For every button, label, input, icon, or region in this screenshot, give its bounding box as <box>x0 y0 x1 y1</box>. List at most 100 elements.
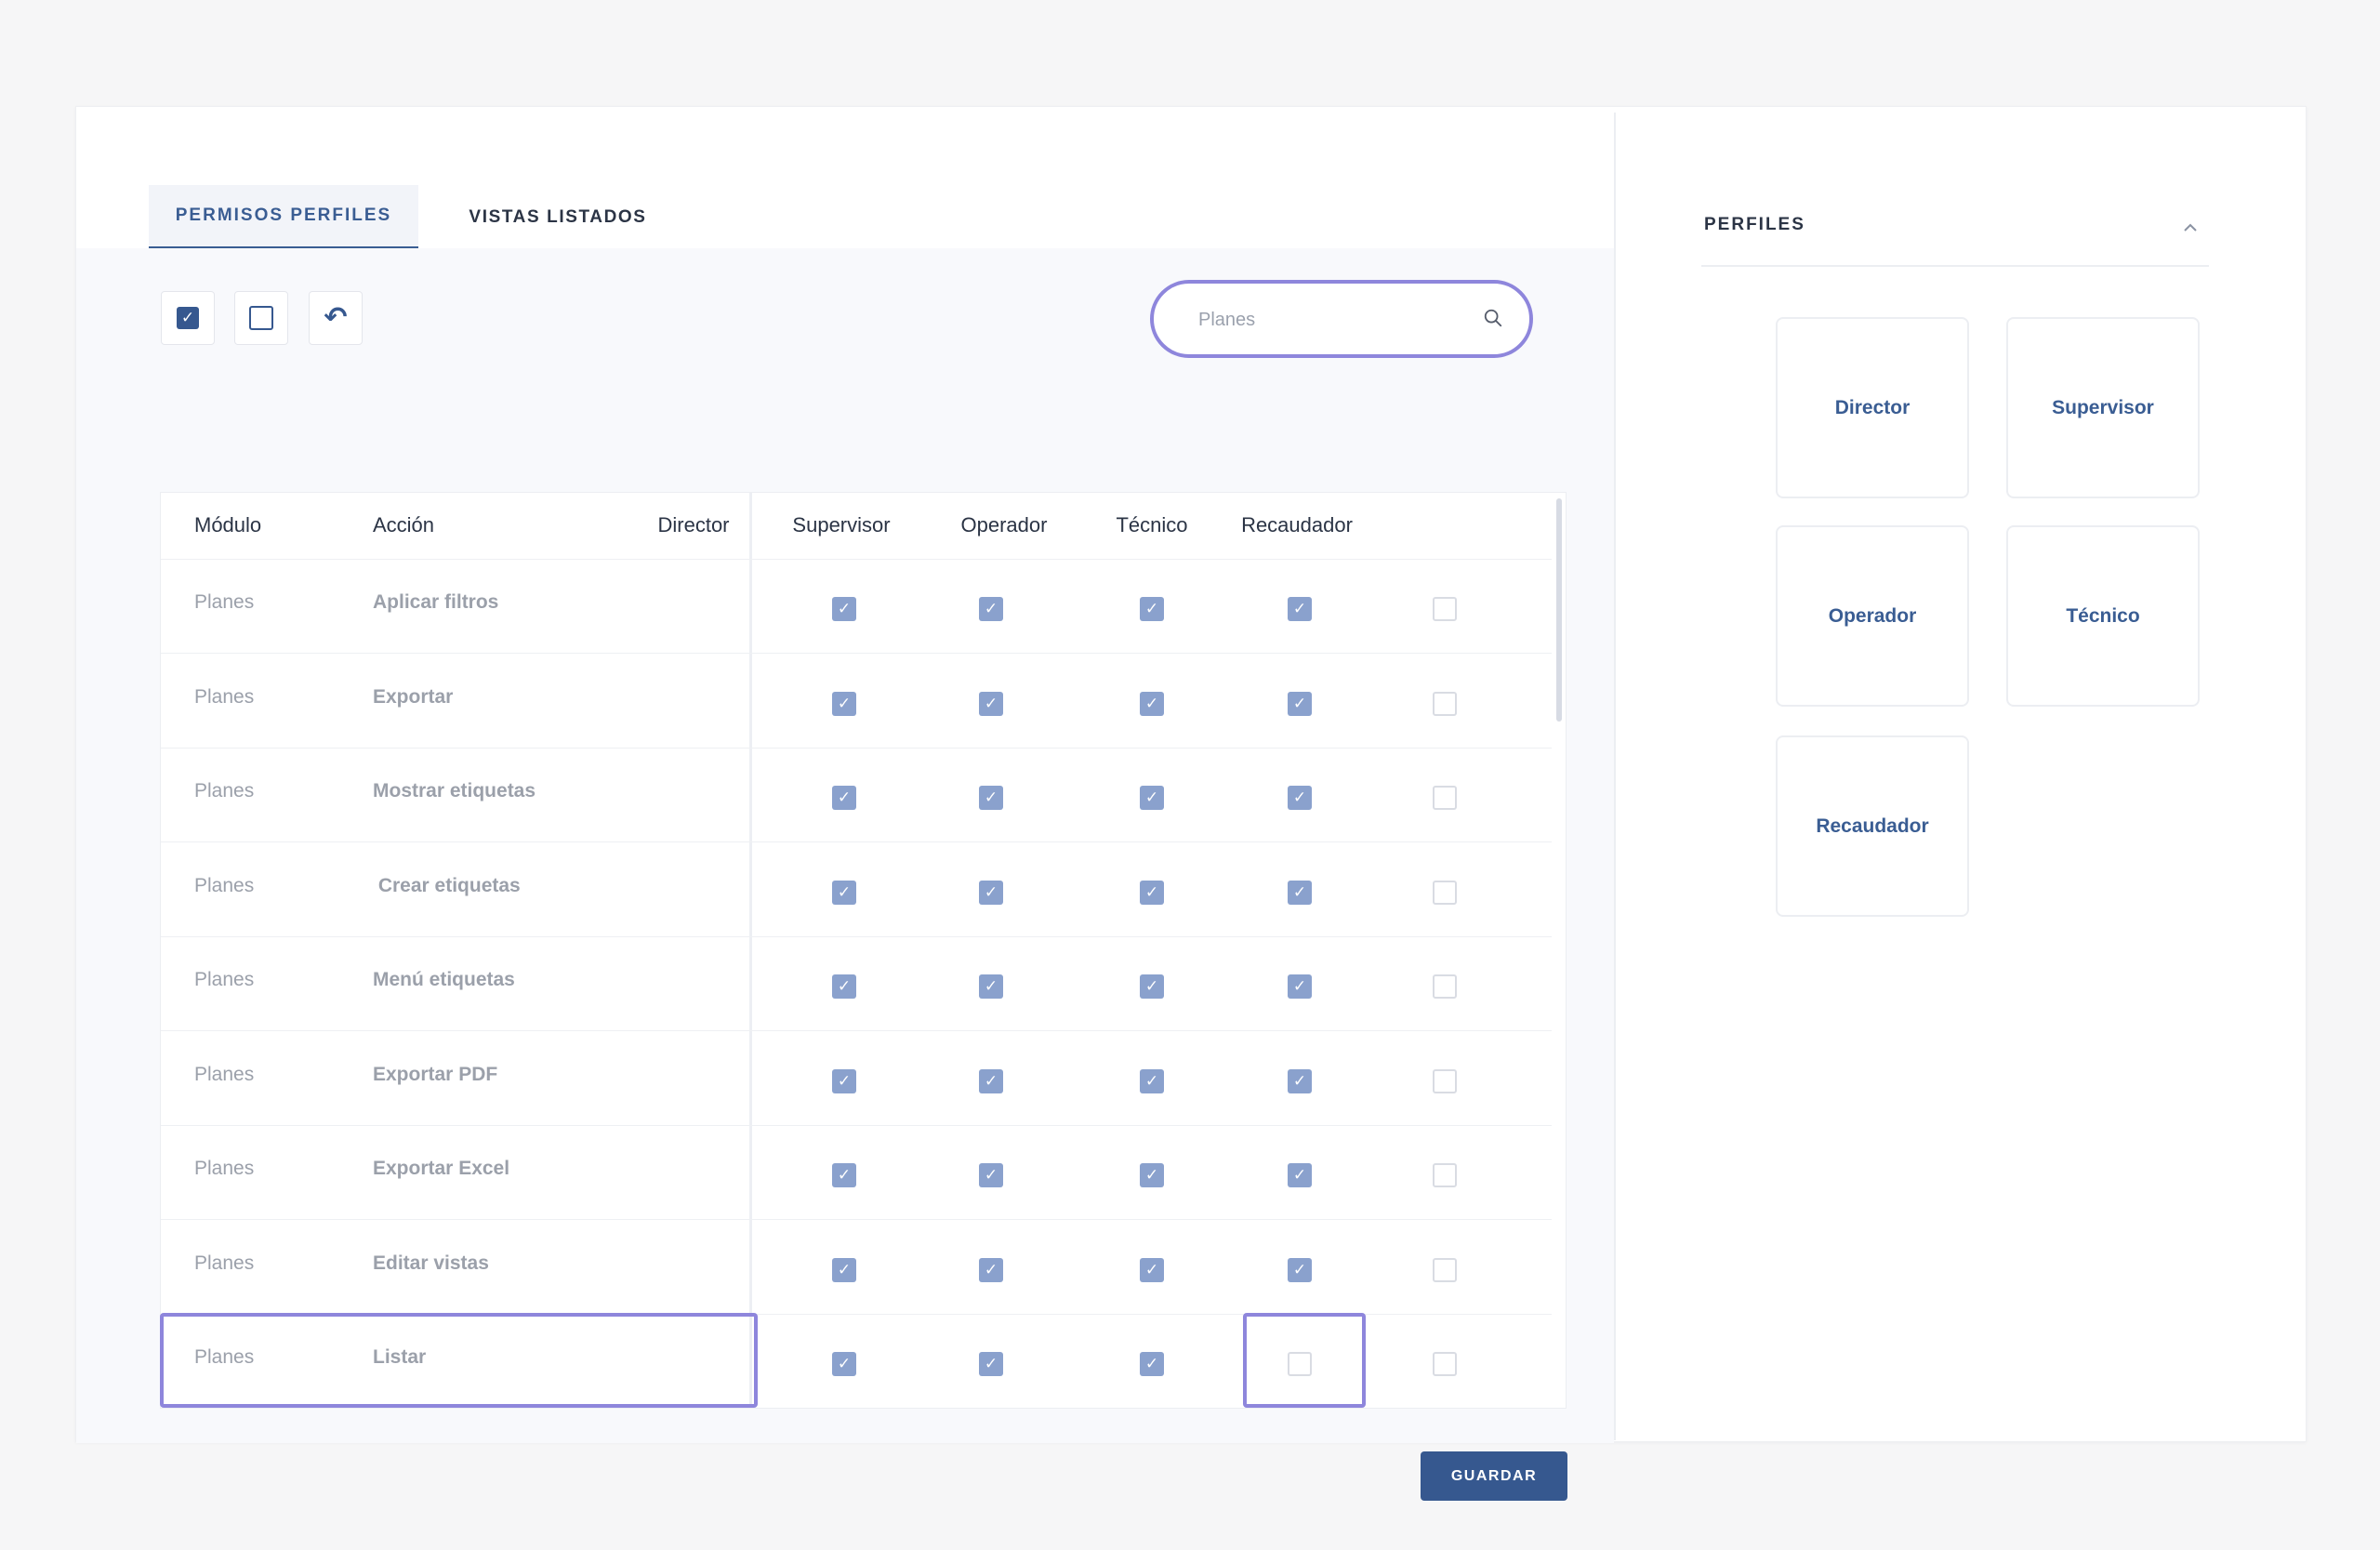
header-operador: Operador <box>960 513 1048 537</box>
permission-checkbox[interactable] <box>1433 974 1457 999</box>
cell-accion: Crear etiquetas <box>373 875 521 896</box>
permission-checkbox[interactable]: ✓ <box>1140 1258 1164 1282</box>
header-tecnico: Técnico <box>1116 513 1188 537</box>
permission-checkbox[interactable] <box>1433 1069 1457 1093</box>
permission-checkbox[interactable] <box>1433 1258 1457 1282</box>
empty-box-icon <box>249 306 273 330</box>
permission-checkbox[interactable] <box>1433 597 1457 621</box>
permission-checkbox[interactable]: ✓ <box>1140 692 1164 716</box>
permission-checkbox[interactable]: ✓ <box>832 1069 856 1093</box>
table-row: Planes Exportar PDF ✓ ✓ ✓ ✓ <box>161 1032 1552 1126</box>
tab-permisos-perfiles[interactable]: PERMISOS PERFILES <box>149 185 418 250</box>
permission-checkbox[interactable] <box>1433 786 1457 810</box>
permission-checkbox[interactable]: ✓ <box>979 1352 1003 1376</box>
profile-card-label: Recaudador <box>1816 815 1929 837</box>
permission-checkbox[interactable]: ✓ <box>979 597 1003 621</box>
search-input[interactable] <box>1198 304 1477 336</box>
cell-accion: Listar <box>373 1346 427 1368</box>
permission-checkbox[interactable]: ✓ <box>979 1069 1003 1093</box>
permission-checkbox[interactable]: ✓ <box>832 692 856 716</box>
permission-checkbox[interactable]: ✓ <box>979 974 1003 999</box>
cell-accion: Exportar PDF <box>373 1064 498 1085</box>
cell-accion: Exportar Excel <box>373 1158 510 1179</box>
header-supervisor: Supervisor <box>792 513 891 537</box>
permission-checkbox[interactable]: ✓ <box>832 1163 856 1187</box>
cell-modulo: Planes <box>194 1346 255 1368</box>
table-row: Planes Editar vistas ✓ ✓ ✓ ✓ <box>161 1221 1552 1315</box>
permission-checkbox[interactable]: ✓ <box>832 974 856 999</box>
table-header: Módulo Acción Director Supervisor Operador… <box>161 493 1552 560</box>
permission-checkbox[interactable]: ✓ <box>1288 1069 1312 1093</box>
profiles-header[interactable]: PERFILES <box>1701 215 2209 267</box>
cell-modulo: Planes <box>194 1064 255 1085</box>
cell-modulo: Planes <box>194 875 255 896</box>
table-scrollbar[interactable] <box>1556 498 1562 722</box>
permission-checkbox[interactable]: ✓ <box>979 1163 1003 1187</box>
profile-card-supervisor[interactable]: Supervisor <box>2006 317 2200 498</box>
profiles-section: PERFILES Director Supervisor Operador Té… <box>1616 107 2306 1441</box>
search-icon[interactable] <box>1483 308 1503 328</box>
permission-checkbox[interactable] <box>1433 881 1457 905</box>
profile-card-operador[interactable]: Operador <box>1776 525 1969 707</box>
permission-checkbox[interactable]: ✓ <box>1140 1163 1164 1187</box>
reply-arrow-icon: ↶ <box>324 302 348 333</box>
profile-card-label: Técnico <box>2066 604 2140 627</box>
permission-checkbox[interactable] <box>1433 692 1457 716</box>
checked-box-icon: ✓ <box>177 307 199 329</box>
header-director: Director <box>657 513 730 537</box>
cell-modulo: Planes <box>194 1252 255 1274</box>
permission-checkbox[interactable]: ✓ <box>1288 1163 1312 1187</box>
save-button[interactable]: GUARDAR <box>1421 1451 1567 1501</box>
permission-checkbox[interactable]: ✓ <box>979 692 1003 716</box>
permission-checkbox[interactable]: ✓ <box>832 881 856 905</box>
permission-checkbox[interactable]: ✓ <box>1288 692 1312 716</box>
permission-checkbox[interactable]: ✓ <box>979 1258 1003 1282</box>
permission-checkbox[interactable]: ✓ <box>1140 1069 1164 1093</box>
cell-modulo: Planes <box>194 780 255 801</box>
check-all-button[interactable]: ✓ <box>161 291 215 345</box>
permission-checkbox[interactable]: ✓ <box>832 597 856 621</box>
profile-card-label: Director <box>1834 396 1911 418</box>
profile-card-label: Operador <box>1828 604 1917 627</box>
undo-button[interactable]: ↶ <box>309 291 363 345</box>
permission-checkbox[interactable]: ✓ <box>1288 974 1312 999</box>
cell-accion: Editar vistas <box>373 1252 489 1274</box>
permission-checkbox[interactable]: ✓ <box>1288 597 1312 621</box>
cell-modulo: Planes <box>194 686 255 708</box>
permission-checkbox[interactable]: ✓ <box>1140 974 1164 999</box>
permission-checkbox[interactable]: ✓ <box>1288 786 1312 810</box>
permission-checkbox[interactable] <box>1433 1352 1457 1376</box>
permission-checkbox[interactable]: ✓ <box>832 1352 856 1376</box>
tab-vistas-listados[interactable]: VISTAS LISTADOS <box>459 185 656 250</box>
table-row: Planes Aplicar filtros ✓ ✓ ✓ ✓ <box>161 560 1552 654</box>
permission-checkbox[interactable]: ✓ <box>832 786 856 810</box>
table-row: Planes Mostrar etiquetas ✓ ✓ ✓ ✓ <box>161 749 1552 842</box>
permission-checkbox[interactable]: ✓ <box>1288 881 1312 905</box>
cell-modulo: Planes <box>194 591 255 613</box>
chevron-up-icon[interactable] <box>2181 219 2200 237</box>
permission-checkbox[interactable]: ✓ <box>979 786 1003 810</box>
permission-checkbox[interactable] <box>1433 1163 1457 1187</box>
permission-checkbox[interactable]: ✓ <box>979 881 1003 905</box>
table-row: Planes Listar ✓ ✓ ✓ <box>161 1315 1552 1408</box>
permission-checkbox[interactable]: ✓ <box>832 1258 856 1282</box>
cell-accion: Menú etiquetas <box>373 969 515 990</box>
cell-modulo: Planes <box>194 969 255 990</box>
profile-card-recaudador[interactable]: Recaudador <box>1776 735 1969 917</box>
profile-card-tecnico[interactable]: Técnico <box>2006 525 2200 707</box>
table-row: Planes Menú etiquetas ✓ ✓ ✓ ✓ <box>161 937 1552 1031</box>
permission-checkbox[interactable]: ✓ <box>1140 786 1164 810</box>
cell-accion: Exportar <box>373 686 454 708</box>
permissions-panel: ✓ ↶ Módulo Acción Dir <box>76 248 1614 1501</box>
permission-checkbox[interactable]: ✓ <box>1140 1352 1164 1376</box>
permission-checkbox[interactable] <box>1288 1352 1312 1376</box>
permission-checkbox[interactable]: ✓ <box>1288 1258 1312 1282</box>
permission-checkbox[interactable]: ✓ <box>1140 881 1164 905</box>
permission-checkbox[interactable]: ✓ <box>1140 597 1164 621</box>
table-row: Planes Exportar ✓ ✓ ✓ ✓ <box>161 655 1552 749</box>
uncheck-all-button[interactable] <box>234 291 288 345</box>
cell-accion: Mostrar etiquetas <box>373 780 536 801</box>
profile-card-director[interactable]: Director <box>1776 317 1969 498</box>
permissions-table: Módulo Acción Director Supervisor Operador… <box>160 492 1567 1409</box>
search-box <box>1150 280 1533 358</box>
